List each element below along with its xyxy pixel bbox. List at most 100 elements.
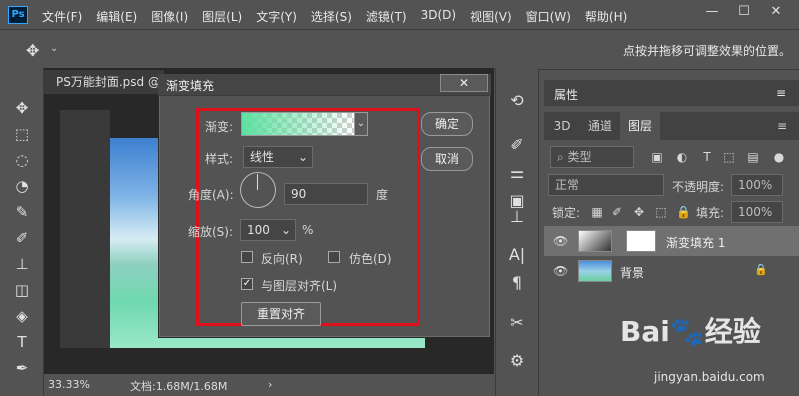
lock-all-icon[interactable]: 🔒 [676,205,691,219]
lock-artboard-icon[interactable]: ⬚ [654,205,668,219]
photoshop-logo: Ps [8,6,28,24]
lock-transparent-icon[interactable]: ▦ [590,205,604,219]
menu-type[interactable]: 文字(Y) [256,8,297,25]
chevron-down-icon: ⌄ [297,150,308,164]
tab-layers[interactable]: 图层 [620,112,660,140]
menu-filter[interactable]: 滤镜(T) [366,8,407,25]
menu-image[interactable]: 图像(I) [151,8,188,25]
menu-edit[interactable]: 编辑(E) [96,8,137,25]
dialog-title: 渐变填充 [166,79,215,93]
opacity-label: 不透明度: [672,180,725,194]
menu-view[interactable]: 视图(V) [470,8,512,25]
layers-menu-icon[interactable]: ≡ [770,112,794,140]
watermark-logo: Bai🐾经验 [620,315,761,348]
dialog-close-button[interactable]: ✕ [440,74,488,92]
filter-label: 类型 [567,150,592,164]
quick-select-icon[interactable]: ◔ [12,176,32,196]
menu-help[interactable]: 帮助(H) [585,8,627,25]
filter-type-icon[interactable]: T [700,150,714,164]
properties-tab[interactable]: 属性 [554,86,578,103]
window-close-button[interactable]: ✕ [764,2,788,22]
eyedropper-icon[interactable]: ✎ [12,202,32,222]
clone-source-icon[interactable]: ⊥ [506,206,528,228]
filter-adjust-icon[interactable]: ◐ [675,150,689,164]
blend-mode-select[interactable]: 正常 [548,174,664,196]
filter-pixel-icon[interactable]: ▣ [650,150,664,164]
ok-button[interactable]: 确定 [421,112,473,136]
angle-unit: 度 [376,188,389,202]
angle-label: 角度(A): [188,188,234,202]
style-select[interactable]: 线性 ⌄ [243,146,313,168]
filter-shape-icon[interactable]: ⬚ [722,150,736,164]
gradient-swatch[interactable] [241,112,355,136]
fill-field[interactable]: 100% [731,201,783,223]
menu-layer[interactable]: 图层(L) [202,8,242,25]
paint-bucket-icon[interactable]: ◈ [12,306,32,326]
dither-checkbox[interactable] [328,251,340,263]
lasso-icon[interactable]: ◌ [12,150,32,170]
text-tool-icon[interactable]: T [12,332,32,352]
status-arrow-icon[interactable]: › [268,378,272,391]
menu-window[interactable]: 窗口(W) [526,8,571,25]
watermark-url: jingyan.baidu.com [654,370,765,384]
layer-name[interactable]: 渐变填充 1 [666,234,725,251]
layer-name[interactable]: 背景 [620,264,644,281]
layer-filter-select[interactable]: ⌕ 类型 [550,146,634,168]
reverse-label: 反向(R) [261,252,303,266]
layer-row-background[interactable]: 👁 背景 🔒 [544,256,799,286]
menu-select[interactable]: 选择(S) [311,8,352,25]
move-icon[interactable]: ✥ [26,41,39,60]
filter-smart-icon[interactable]: ▤ [746,150,760,164]
zoom-level[interactable]: 33.33% [48,378,90,391]
character-icon[interactable]: A| [506,244,528,266]
angle-dial[interactable] [240,172,276,208]
history-icon[interactable]: ⟲ [506,90,528,112]
reverse-checkbox[interactable] [241,251,253,263]
eye-icon[interactable]: 👁 [553,264,568,278]
align-checkbox[interactable]: ✓ [241,278,253,290]
scale-value: 100 [247,223,270,237]
cancel-button[interactable]: 取消 [421,147,473,171]
document-tab[interactable]: PS万能封面.psd @ [44,70,164,94]
opacity-field[interactable]: 100% [731,174,783,196]
tools-preset-icon[interactable]: ✂ [506,312,528,334]
menu-file[interactable]: 文件(F) [42,8,82,25]
canvas-region [60,110,110,348]
style-value: 线性 [250,150,275,164]
panel-menu-icon[interactable]: ≡ [776,86,786,100]
brush-icon[interactable]: ✐ [12,228,32,248]
scale-field[interactable]: 100 ⌄ [240,219,296,241]
brush-settings-icon[interactable]: ✐ [506,134,528,156]
gear-icon[interactable]: ⚙ [506,350,528,372]
fill-label: 填充: [696,206,725,220]
lock-position-icon[interactable]: ✥ [632,205,646,219]
align-label: 与图层对齐(L) [261,279,338,293]
minimize-button[interactable]: — [700,2,724,22]
tab-3d[interactable]: 3D [548,112,576,140]
marquee-icon[interactable]: ⬚ [12,124,32,144]
doc-info: 文档:1.68M/1.68M [130,380,228,393]
properties-header: 属性 ≡ [544,80,799,106]
reset-alignment-button[interactable]: 重置对齐 [241,302,321,326]
paragraph-icon[interactable]: ¶ [506,272,528,294]
filter-toggle-icon[interactable]: ● [772,150,786,164]
status-bar: 33.33% 文档:1.68M/1.68M › [44,374,494,396]
stamp-icon[interactable]: ⊥ [12,254,32,274]
chevron-down-icon[interactable]: ⌄ [50,43,58,54]
adjustments-icon[interactable]: ⚌ [506,162,528,184]
eraser-icon[interactable]: ◫ [12,280,32,300]
menu-3d[interactable]: 3D(D) [421,8,456,25]
restore-button[interactable]: ☐ [732,2,756,22]
move-tool-icon[interactable]: ✥ [12,98,32,118]
angle-field[interactable]: 90 [284,183,368,205]
lock-pixels-icon[interactable]: ✐ [610,205,624,219]
eye-icon[interactable]: 👁 [553,234,568,248]
style-label: 样式: [205,152,234,166]
layer-thumbnail [578,230,612,252]
dither-label: 仿色(D) [349,252,392,266]
gradient-dropdown-icon[interactable]: ⌄ [354,112,368,136]
layer-mask-thumbnail [626,230,656,252]
tab-channels[interactable]: 通道 [582,112,618,140]
layer-row-gradient-fill[interactable]: 👁 渐变填充 1 [544,226,799,256]
pen-icon[interactable]: ✒ [12,358,32,378]
